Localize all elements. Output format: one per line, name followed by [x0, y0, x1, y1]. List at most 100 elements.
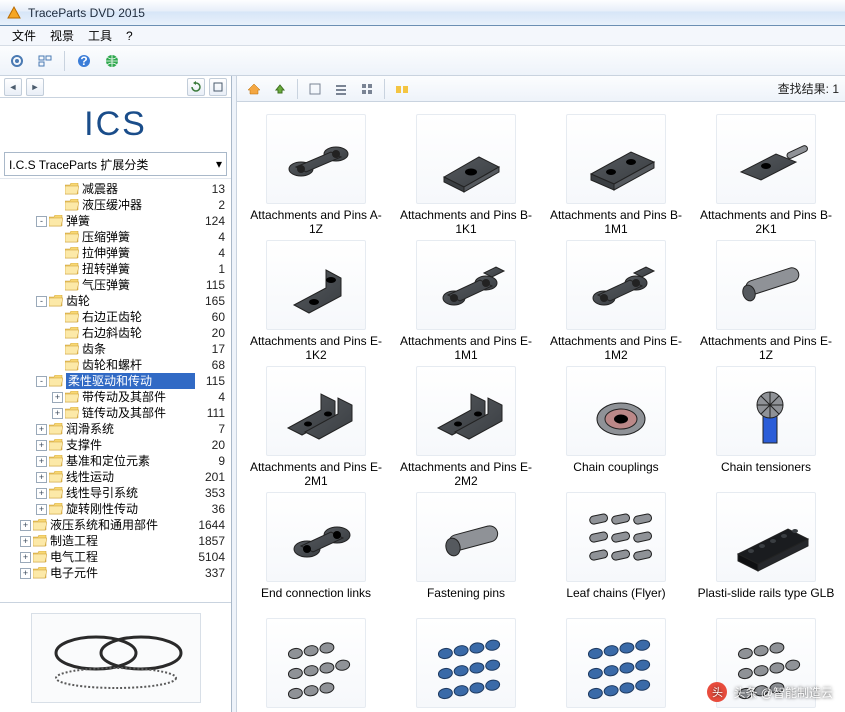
tree-item[interactable]: -柔性驱动和传动115 — [0, 373, 231, 389]
tree-item[interactable]: -弹簧124 — [0, 213, 231, 229]
tree-item[interactable]: 液压缓冲器2 — [0, 197, 231, 213]
expand-icon[interactable]: + — [36, 424, 47, 435]
home-button[interactable] — [243, 78, 265, 100]
grid-item[interactable]: Attachments and Pins E-1K2 — [241, 236, 391, 362]
grid-item[interactable]: Precision roller-chain Delta — [541, 614, 691, 712]
view-large-button[interactable] — [304, 78, 326, 100]
tree-item[interactable]: +线性运动201 — [0, 469, 231, 485]
spacer — [52, 200, 63, 211]
tree-item[interactable]: +旋转刚性传动36 — [0, 501, 231, 517]
grid-item[interactable]: Attachments and Pins E-2M1 — [241, 362, 391, 488]
grid-item[interactable]: Chain couplings — [541, 362, 691, 488]
grid-item[interactable]: End connection links — [241, 488, 391, 614]
expand-icon[interactable]: + — [20, 552, 31, 563]
tree-item[interactable]: 扭转弹簧1 — [0, 261, 231, 277]
tree-item[interactable]: 右边正齿轮60 — [0, 309, 231, 325]
tree-item[interactable]: +润滑系统7 — [0, 421, 231, 437]
expand-icon[interactable]: + — [36, 472, 47, 483]
item-caption: Attachments and Pins A-1Z — [241, 208, 391, 236]
menu-view[interactable]: 视景 — [44, 25, 80, 46]
item-caption: Attachments and Pins E-2M2 — [391, 460, 541, 488]
tree-item[interactable]: 拉伸弹簧4 — [0, 245, 231, 261]
grid-item[interactable]: Attachments and Pins E-1M1 — [391, 236, 541, 362]
tree-item[interactable]: 齿条17 — [0, 341, 231, 357]
thumbnail — [566, 240, 666, 330]
tree-item[interactable]: +液压系统和通用部件1644 — [0, 517, 231, 533]
expand-icon[interactable]: + — [20, 536, 31, 547]
refresh-button[interactable] — [187, 78, 205, 96]
expand-icon[interactable]: + — [52, 408, 63, 419]
grid-item[interactable]: Attachments and Pins E-1Z — [691, 236, 841, 362]
tree-item[interactable]: +电气工程5104 — [0, 549, 231, 565]
items-grid: Attachments and Pins A-1ZAttachments and… — [237, 102, 845, 712]
category-tree[interactable]: 减震器13液压缓冲器2-弹簧124压缩弹簧4拉伸弹簧4扭转弹簧1气压弹簧115-… — [0, 178, 231, 602]
expand-icon[interactable]: + — [36, 440, 47, 451]
grid-item[interactable]: Attachments and Pins E-1M2 — [541, 236, 691, 362]
tree-item[interactable]: +制造工程1857 — [0, 533, 231, 549]
tree-item[interactable]: 气压弹簧115 — [0, 277, 231, 293]
grid-item[interactable]: Attachments and Pins A-1Z — [241, 110, 391, 236]
grid-item[interactable]: Fastening pins — [391, 488, 541, 614]
spacer — [52, 344, 63, 355]
compare-button[interactable] — [391, 78, 413, 100]
sidebar-nav: ◄ ► — [0, 76, 231, 98]
expand-icon[interactable]: + — [20, 520, 31, 531]
view-list-button[interactable] — [330, 78, 352, 100]
tree-item[interactable]: 齿轮和螺杆68 — [0, 357, 231, 373]
grid-item[interactable]: Precision roller-chain ANSI — [241, 614, 391, 712]
category-dropdown[interactable]: I.C.S TraceParts 扩展分类 ▾ — [4, 152, 227, 176]
tree-item[interactable]: +基准和定位元素9 — [0, 453, 231, 469]
folder-icon — [49, 215, 63, 227]
tree-count: 337 — [195, 565, 225, 581]
nav-back-button[interactable]: ◄ — [4, 78, 22, 96]
grid-item[interactable]: Chain tensioners — [691, 362, 841, 488]
thumbnail — [566, 114, 666, 204]
folder-icon — [49, 439, 63, 451]
expand-icon[interactable]: + — [36, 456, 47, 467]
view-detail-button[interactable] — [356, 78, 378, 100]
tree-item[interactable]: -齿轮165 — [0, 293, 231, 309]
tree-item[interactable]: +支撑件20 — [0, 437, 231, 453]
collapse-button[interactable] — [209, 78, 227, 96]
expand-icon[interactable]: + — [20, 568, 31, 579]
menu-help[interactable]: ? — [120, 27, 139, 45]
grid-item[interactable]: Precision roller-chain Delta — [391, 614, 541, 712]
help-button[interactable]: ? — [73, 50, 95, 72]
tree-item[interactable]: 减震器13 — [0, 181, 231, 197]
grid-item[interactable]: Attachments and Pins B-1M1 — [541, 110, 691, 236]
collapse-icon[interactable]: - — [36, 216, 47, 227]
expand-icon[interactable]: + — [36, 488, 47, 499]
layout-button[interactable] — [34, 50, 56, 72]
tree-item[interactable]: +线性导引系统353 — [0, 485, 231, 501]
menu-file[interactable]: 文件 — [6, 25, 42, 46]
menu-tools[interactable]: 工具 — [82, 25, 118, 46]
collapse-icon[interactable]: - — [36, 296, 47, 307]
expand-icon[interactable]: + — [36, 504, 47, 515]
separator — [297, 79, 298, 99]
menu-bar: 文件 视景 工具 ? — [0, 26, 845, 46]
tree-item[interactable]: +带传动及其部件4 — [0, 389, 231, 405]
collapse-icon[interactable]: - — [36, 376, 47, 387]
grid-item[interactable]: Attachments and Pins B-2K1 — [691, 110, 841, 236]
up-button[interactable] — [269, 78, 291, 100]
settings-button[interactable] — [6, 50, 28, 72]
item-caption: Attachments and Pins E-2M1 — [241, 460, 391, 488]
grid-item[interactable]: Attachments and Pins E-2M2 — [391, 362, 541, 488]
tree-item[interactable]: +电子元件337 — [0, 565, 231, 581]
nav-fwd-button[interactable]: ► — [26, 78, 44, 96]
grid-item[interactable]: Plasti-slide rails type GLB — [691, 488, 841, 614]
tree-label: 齿轮和螺杆 — [82, 357, 195, 373]
thumbnail — [416, 492, 516, 582]
tree-item[interactable]: 压缩弹簧4 — [0, 229, 231, 245]
tree-item[interactable]: 右边斜齿轮20 — [0, 325, 231, 341]
grid-item[interactable]: Leaf chains (Flyer) — [541, 488, 691, 614]
tree-count: 68 — [195, 357, 225, 373]
tree-count: 115 — [195, 277, 225, 293]
expand-icon[interactable]: + — [52, 392, 63, 403]
grid-item[interactable]: Precision roller-chain DIN 818 — [691, 614, 841, 712]
tree-item[interactable]: +链传动及其部件111 — [0, 405, 231, 421]
tree-count: 353 — [195, 485, 225, 501]
web-button[interactable] — [101, 50, 123, 72]
tree-label: 扭转弹簧 — [82, 261, 195, 277]
grid-item[interactable]: Attachments and Pins B-1K1 — [391, 110, 541, 236]
